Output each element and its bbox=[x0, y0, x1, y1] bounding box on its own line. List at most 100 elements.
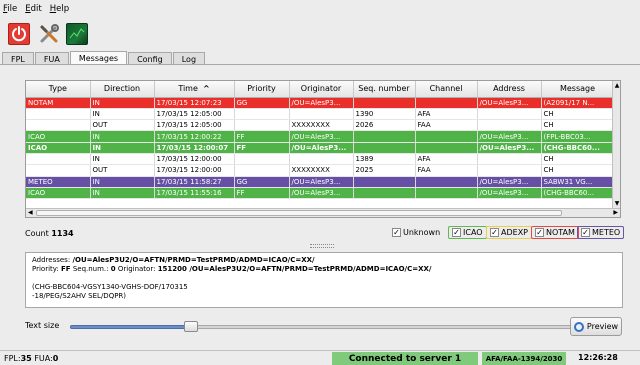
cell-channel bbox=[415, 142, 478, 154]
filter-adexp[interactable]: ✓ ADEXP bbox=[486, 226, 532, 239]
messages-table[interactable]: Type Direction Time ^ Priority Originato… bbox=[25, 80, 621, 218]
table-row[interactable]: METEO IN 17/03/15 11:58:27 GG/OU=AlesP3... /… bbox=[26, 176, 615, 188]
cell-direction: OUT bbox=[90, 119, 155, 132]
menu-help[interactable]: Help bbox=[50, 4, 69, 14]
cell-originator: /OU=AlesP3... bbox=[289, 176, 354, 188]
table-row[interactable]: OUT 17/03/15 12:05:00 XXXXXXXX 2026 FAA CH bbox=[26, 119, 615, 132]
cell-type: METEO bbox=[26, 176, 91, 188]
cell-originator: /OU=AlesP3... bbox=[289, 142, 354, 154]
table-row[interactable]: IN 17/03/15 12:05:00 1390 AFA CH bbox=[26, 108, 615, 121]
detail-body-line-1: (CHG-BBC604-VGSY1340-VGHS-DOF/170315 bbox=[32, 283, 188, 291]
cell-direction: IN bbox=[90, 176, 155, 188]
cell-type bbox=[26, 119, 91, 132]
horizontal-scroll-thumb[interactable] bbox=[36, 210, 562, 216]
cell-originator: XXXXXXXX bbox=[289, 119, 354, 132]
cell-direction: OUT bbox=[90, 164, 155, 177]
cell-message: (CHG-BBC60... bbox=[541, 142, 615, 154]
column-header-originator[interactable]: Originator bbox=[289, 81, 354, 98]
table-row[interactable]: OUT 17/03/15 12:00:00 XXXXXXXX 2025 FAA CH bbox=[26, 164, 615, 177]
table-header: Type Direction Time ^ Priority Originato… bbox=[26, 81, 615, 98]
scroll-left-icon[interactable]: ◀ bbox=[28, 209, 33, 216]
table-row[interactable]: ICAO IN 17/03/15 12:00:07 FF/OU=AlesP3... /O… bbox=[26, 142, 615, 154]
column-header-direction[interactable]: Direction bbox=[90, 81, 155, 98]
checkbox-checked-icon: ✓ bbox=[392, 228, 401, 237]
cell-direction: IN bbox=[90, 108, 155, 121]
cell-time: 17/03/15 12:05:00 bbox=[154, 119, 235, 132]
table-row[interactable]: NOTAM IN 17/03/15 12:07:23 GG/OU=AlesP3... /… bbox=[26, 97, 615, 109]
menu-edit[interactable]: Edit bbox=[25, 4, 41, 14]
table-row[interactable]: IN 17/03/15 12:00:00 1389 AFA CH bbox=[26, 153, 615, 166]
cell-seq-number bbox=[353, 130, 416, 143]
cell-message: CH bbox=[541, 164, 615, 177]
column-header-priority[interactable]: Priority bbox=[234, 81, 290, 98]
filter-notam[interactable]: ✓ NOTAM bbox=[531, 226, 579, 239]
cell-time: 17/03/15 12:00:22 bbox=[154, 130, 235, 143]
filter-icao[interactable]: ✓ ICAO bbox=[448, 226, 487, 239]
cell-priority bbox=[234, 119, 290, 132]
cell-message: CH bbox=[541, 119, 615, 132]
preview-button[interactable]: Preview bbox=[570, 317, 622, 336]
detail-addresses-line: Addresses: /OU=AlesP3U2/O=AFTN/PRMD=Test… bbox=[32, 256, 616, 265]
vertical-scrollbar[interactable]: ▲ ▼ bbox=[612, 81, 620, 209]
text-size-label: Text size bbox=[25, 321, 60, 330]
cell-address: /OU=AlesP3... bbox=[477, 176, 542, 188]
cell-address: /OU=AlesP3... bbox=[477, 142, 542, 154]
column-header-time[interactable]: Time ^ bbox=[154, 81, 235, 98]
cell-type: ICAO bbox=[26, 142, 91, 154]
table-row[interactable]: ICAO IN 17/03/15 12:00:22 FF/OU=AlesP3... /O… bbox=[26, 130, 615, 143]
horizontal-scrollbar[interactable]: ◀ ▶ bbox=[26, 208, 620, 217]
cell-message: CH bbox=[541, 153, 615, 166]
connection-status: Connected to server 1 bbox=[332, 352, 478, 365]
power-button[interactable] bbox=[8, 23, 30, 45]
text-size-slider-handle[interactable] bbox=[184, 321, 198, 332]
cell-message: SABW31 VG... bbox=[541, 176, 615, 188]
cell-message: (A2091/17 N... bbox=[541, 97, 615, 109]
cell-time: 17/03/15 11:58:27 bbox=[154, 176, 235, 188]
filter-unknown[interactable]: ✓ Unknown bbox=[389, 226, 443, 239]
checkbox-checked-icon: ✓ bbox=[581, 228, 590, 237]
cell-time: 17/03/15 12:05:00 bbox=[154, 108, 235, 121]
cell-seq-number: 1389 bbox=[353, 153, 416, 166]
cell-priority: GG bbox=[234, 176, 290, 188]
column-header-message[interactable]: Message bbox=[541, 81, 615, 98]
fua-value: 0 bbox=[52, 354, 59, 363]
cell-direction: IN bbox=[90, 153, 155, 166]
filter-meteo[interactable]: ✓ METEO bbox=[577, 226, 625, 239]
cell-seq-number bbox=[353, 176, 416, 188]
settings-tools-button[interactable] bbox=[38, 23, 60, 45]
column-header-address[interactable]: Address bbox=[477, 81, 542, 98]
scroll-up-icon[interactable]: ▲ bbox=[613, 82, 620, 90]
filter-icao-label: ICAO bbox=[463, 228, 483, 237]
cell-time: 17/03/15 11:55:16 bbox=[154, 187, 235, 200]
tab-messages[interactable]: Messages bbox=[69, 51, 128, 65]
cell-priority: FF bbox=[234, 142, 290, 154]
cell-address: /OU=AlesP3... bbox=[477, 130, 542, 143]
detail-priority-label: Priority: bbox=[32, 265, 59, 273]
message-count: Count 1134 bbox=[25, 229, 74, 238]
scroll-right-icon[interactable]: ▶ bbox=[613, 209, 618, 216]
column-header-seq-number[interactable]: Seq. number bbox=[353, 81, 416, 98]
radar-button[interactable] bbox=[66, 23, 88, 45]
count-filter-row: Count 1134 ✓ Unknown ✓ ICAO ✓ ADEXP ✓ NO… bbox=[25, 226, 625, 240]
cell-address: /OU=AlesP3... bbox=[477, 187, 542, 200]
column-header-type[interactable]: Type bbox=[26, 81, 91, 98]
cell-originator bbox=[289, 108, 354, 121]
preview-label: Preview bbox=[586, 322, 619, 331]
cell-originator: /OU=AlesP3... bbox=[289, 187, 354, 200]
table-row[interactable]: ICAO IN 17/03/15 11:55:16 FF/OU=AlesP3... /O… bbox=[26, 187, 615, 200]
menu-bar: File Edit Help bbox=[0, 0, 640, 18]
text-size-row: Text size Preview bbox=[25, 317, 625, 336]
checkbox-checked-icon: ✓ bbox=[535, 228, 544, 237]
cell-address: /OU=AlesP3... bbox=[477, 97, 542, 109]
scroll-down-icon[interactable]: ▼ bbox=[613, 200, 620, 208]
menu-file[interactable]: File bbox=[3, 4, 17, 14]
count-value: 1134 bbox=[51, 229, 74, 238]
detail-body-line-2: -18/PEG/S2AHV SEL/DQPR) bbox=[32, 292, 127, 300]
tab-bar: FPL FUA Messages Config Log bbox=[0, 51, 640, 65]
column-header-channel[interactable]: Channel bbox=[415, 81, 478, 98]
cell-type bbox=[26, 153, 91, 166]
checkbox-checked-icon: ✓ bbox=[452, 228, 461, 237]
cell-direction: IN bbox=[90, 97, 155, 109]
pane-splitter-handle[interactable] bbox=[310, 244, 334, 248]
magnifier-icon bbox=[573, 321, 584, 332]
